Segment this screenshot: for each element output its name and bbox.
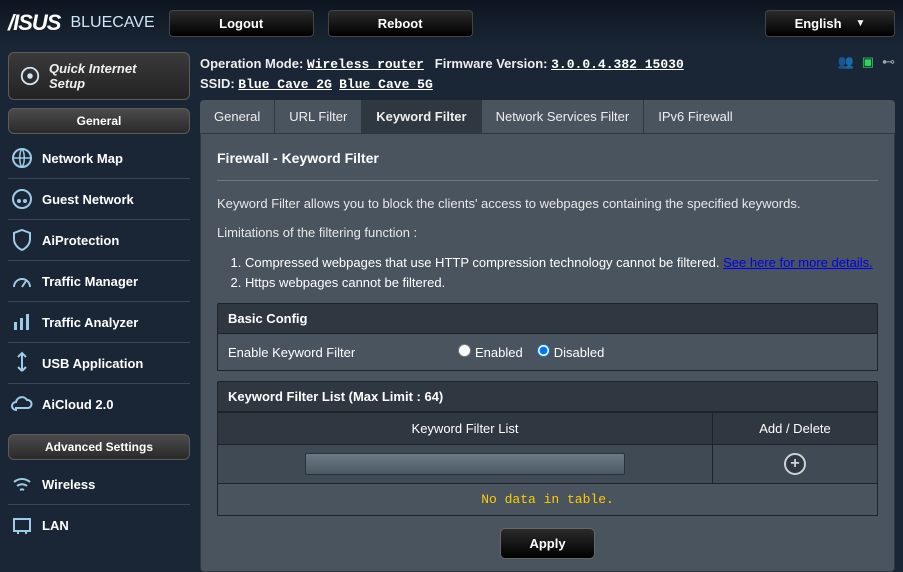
sidebar-item-label: LAN [42,518,69,533]
sidebar-item-traffic-analyzer[interactable]: Traffic Analyzer [8,302,190,343]
col-add-delete: Add / Delete [713,413,878,445]
chart-icon [10,310,34,334]
sidebar-item-network-map[interactable]: Network Map [8,138,190,179]
sidebar-header-general: General [8,108,190,134]
language-label: English [795,16,842,31]
limitation-details-link[interactable]: See here for more details. [723,255,873,270]
tab-keyword-filter[interactable]: Keyword Filter [362,100,481,133]
sidebar-item-label: Wireless [42,477,95,492]
keyword-filter-list-header: Keyword Filter List (Max Limit : 64) [217,381,878,412]
usb-icon [10,351,34,375]
logout-button[interactable]: Logout [169,10,314,37]
chevron-down-icon: ▼ [856,18,866,29]
globe-users-icon [10,187,34,211]
gear-icon [19,65,41,87]
sidebar-item-wireless[interactable]: Wireless [8,464,190,505]
sidebar-header-advanced: Advanced Settings [8,434,190,460]
sidebar-item-label: Network Map [42,151,123,166]
sidebar-item-label: AiProtection [42,233,119,248]
limitation-1: Compressed webpages that use HTTP compre… [245,253,878,273]
tabs-bar: General URL Filter Keyword Filter Networ… [200,100,895,133]
sidebar-item-label: Guest Network [42,192,134,207]
limitation-2: Https webpages cannot be filtered. [245,273,878,293]
firmware-version-link[interactable]: 3.0.0.4.382_15030 [551,57,684,72]
quick-internet-setup-button[interactable]: Quick Internet Setup [8,52,190,100]
sidebar-item-usb-application[interactable]: USB Application [8,343,190,384]
operation-mode-link[interactable]: Wireless router [307,57,424,72]
enabled-radio[interactable] [458,344,471,357]
limitations-label: Limitations of the filtering function : [217,224,878,241]
sidebar-item-aicloud[interactable]: AiCloud 2.0 [8,384,190,424]
sidebar-item-aiprotection[interactable]: AiProtection [8,220,190,261]
tab-ipv6-firewall[interactable]: IPv6 Firewall [644,100,746,133]
globe-icon [10,146,34,170]
reboot-button[interactable]: Reboot [328,10,473,37]
tab-url-filter[interactable]: URL Filter [275,100,362,133]
disabled-radio[interactable] [537,344,550,357]
basic-config-header: Basic Config [217,303,878,334]
sidebar-item-label: AiCloud 2.0 [42,397,114,412]
model-name: BLUECAVE [66,14,154,32]
sidebar-item-label: Traffic Manager [42,274,138,289]
ssid-5g-link[interactable]: Blue Cave_5G [339,77,433,92]
disabled-radio-label[interactable]: Disabled [537,344,605,360]
sidebar-item-label: USB Application [42,356,143,371]
tab-network-services-filter[interactable]: Network Services Filter [482,100,645,133]
network-status-icon[interactable]: ▣ [862,54,874,70]
usb-status-icon[interactable]: ⊷ [882,54,895,70]
brand-logo: /ISUS [8,10,66,36]
ssid-2g-link[interactable]: Blue Cave_2G [238,77,332,92]
ssid-line: SSID: Blue Cave_2G Blue Cave_5G [200,76,895,92]
page-description: Keyword Filter allows you to block the c… [217,195,878,212]
keyword-input[interactable] [305,453,625,475]
operation-mode-line: Operation Mode: Wireless router Firmware… [200,56,895,72]
quick-setup-line1: Quick Internet [49,61,136,76]
enabled-radio-label[interactable]: Enabled [458,344,523,360]
no-data-message: No data in table. [218,484,878,516]
shield-icon [10,228,34,252]
language-dropdown[interactable]: English ▼ [765,10,895,37]
enable-keyword-filter-label: Enable Keyword Filter [228,345,458,360]
sidebar-item-lan[interactable]: LAN [8,505,190,545]
page-title: Firewall - Keyword Filter [217,150,878,181]
gauge-icon [10,269,34,293]
col-keyword-filter-list: Keyword Filter List [218,413,713,445]
quick-setup-line2: Setup [49,76,136,91]
lan-icon [10,513,34,537]
sidebar-item-label: Traffic Analyzer [42,315,138,330]
sidebar-item-traffic-manager[interactable]: Traffic Manager [8,261,190,302]
sidebar-item-guest-network[interactable]: Guest Network [8,179,190,220]
wifi-icon [10,472,34,496]
tab-general[interactable]: General [200,100,275,133]
add-button[interactable]: + [784,453,806,475]
users-status-icon[interactable]: 👥 [838,54,854,70]
cloud-icon [10,392,34,416]
